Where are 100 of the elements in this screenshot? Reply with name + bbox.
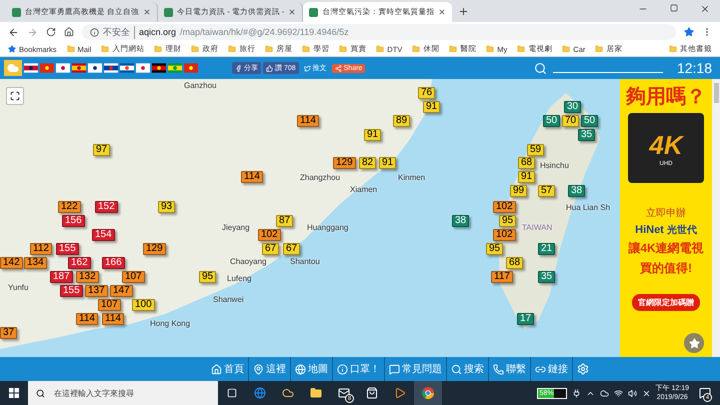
aqi-marker[interactable]: 50 (543, 115, 560, 127)
aqi-marker[interactable]: 155 (60, 285, 83, 297)
aqi-marker[interactable]: 100 (132, 299, 155, 311)
flag-icon[interactable] (120, 63, 134, 73)
aqi-marker[interactable]: 35 (538, 271, 556, 283)
reload-icon[interactable] (46, 27, 56, 37)
aqi-marker[interactable]: 35 (578, 129, 596, 141)
favorite-button[interactable] (684, 333, 704, 353)
flag-icon[interactable] (88, 63, 102, 73)
address-bar[interactable]: 不安全 aqicn.org /map/taiwan/hk/#@g/24.9692/119.4946/5z (82, 24, 676, 40)
aqi-marker[interactable]: 91 (423, 101, 440, 113)
aqi-marker[interactable]: 70 (562, 115, 580, 127)
aqi-marker[interactable]: 102 (258, 229, 281, 241)
aqi-marker[interactable]: 67 (283, 243, 300, 255)
map[interactable] (0, 79, 620, 357)
flag-icon[interactable] (152, 63, 166, 73)
plug-icon[interactable] (572, 388, 581, 398)
flag-icon[interactable] (24, 63, 38, 73)
aqi-marker[interactable]: 129 (143, 243, 166, 255)
close-icon[interactable] (700, 4, 710, 14)
aqi-marker[interactable]: 95 (199, 271, 216, 283)
aqi-marker[interactable]: 154 (92, 229, 115, 241)
star-icon[interactable] (684, 27, 694, 37)
aqi-marker[interactable]: 132 (76, 271, 99, 283)
flag-icon[interactable] (104, 63, 118, 73)
aqi-marker[interactable]: 95 (486, 243, 504, 255)
close-icon[interactable] (143, 8, 152, 16)
aqi-marker[interactable]: 114 (76, 313, 98, 325)
aqi-marker[interactable]: 21 (538, 243, 556, 255)
aqi-marker[interactable]: 91 (379, 157, 396, 169)
aqi-marker[interactable]: 95 (499, 215, 516, 227)
aqi-marker[interactable]: 122 (58, 201, 81, 213)
aqi-marker[interactable]: 142 (0, 257, 23, 269)
aqi-marker[interactable]: 187 (50, 271, 73, 283)
aqi-marker[interactable]: 37 (0, 327, 18, 339)
aqi-marker[interactable]: 68 (506, 257, 524, 269)
star-icon[interactable] (8, 45, 16, 53)
fullscreen-button[interactable] (6, 87, 24, 105)
aqi-marker[interactable]: 38 (452, 215, 470, 227)
windows-logo-icon (9, 388, 19, 398)
ad-cta-button[interactable]: 官網限定加碼贈 (632, 294, 700, 311)
search-icon[interactable] (534, 62, 547, 74)
ad-brand-sub: 光世代 (666, 224, 697, 237)
star-icon (688, 338, 700, 348)
aqi-marker[interactable]: 114 (297, 115, 319, 127)
clock: 12:18 (676, 60, 712, 76)
aqi-marker[interactable]: 102 (493, 201, 516, 213)
aqi-marker[interactable]: 117 (491, 271, 513, 283)
aqi-marker[interactable]: 129 (333, 157, 356, 169)
wifi-icon[interactable] (614, 388, 623, 398)
home-icon[interactable] (64, 27, 74, 37)
place-label: Huanggang (307, 223, 348, 232)
aqi-marker[interactable]: 152 (95, 201, 118, 213)
fullscreen-icon (10, 91, 20, 101)
aqi-marker[interactable]: 107 (122, 271, 145, 283)
chrome-icon[interactable] (414, 381, 442, 405)
aqi-marker[interactable]: 137 (85, 285, 108, 297)
aqi-marker[interactable]: 112 (30, 243, 52, 255)
aqi-marker[interactable]: 166 (102, 257, 125, 269)
maximize-icon[interactable] (670, 4, 678, 14)
aqi-marker[interactable]: 59 (527, 144, 544, 156)
info-icon (337, 364, 348, 374)
aqi-marker[interactable]: 155 (56, 243, 79, 255)
aqi-marker[interactable]: 67 (262, 243, 280, 255)
close-circle-icon[interactable] (642, 388, 651, 398)
aqi-marker[interactable]: 57 (538, 185, 556, 197)
aqi-marker[interactable]: 99 (510, 185, 528, 197)
aqi-marker[interactable]: 17 (517, 313, 534, 325)
aqi-marker[interactable]: 102 (493, 229, 516, 241)
close-icon[interactable] (438, 8, 446, 16)
aqi-marker[interactable]: 162 (68, 257, 91, 269)
aqi-marker[interactable]: 93 (158, 201, 176, 213)
aqi-marker[interactable]: 87 (276, 215, 294, 227)
new-tab-icon[interactable] (458, 6, 470, 16)
aqi-marker[interactable]: 89 (393, 115, 410, 127)
taskbar-search-field[interactable]: 在這裡輸入文字來搜尋 (52, 381, 218, 405)
aqi-marker[interactable]: 97 (93, 144, 110, 156)
aqi-marker[interactable]: 76 (418, 87, 436, 99)
search-icon[interactable] (28, 381, 52, 405)
aqi-marker[interactable]: 114 (102, 313, 124, 325)
place-label: Kinmen (398, 173, 426, 182)
back-icon[interactable] (8, 26, 19, 38)
close-icon[interactable] (288, 8, 296, 16)
aqi-marker[interactable]: 68 (518, 157, 536, 169)
aqi-marker[interactable]: 50 (581, 115, 598, 127)
flag-icon[interactable] (56, 63, 70, 73)
aqi-marker[interactable]: 147 (110, 285, 133, 297)
aqi-marker[interactable]: 114 (241, 171, 263, 183)
aqi-marker[interactable]: 156 (62, 215, 85, 227)
volume-icon[interactable] (628, 388, 637, 398)
url-path: /map/taiwan/hk/#@g/24.9692/119.4946/5z (180, 27, 349, 37)
aqi-marker[interactable]: 91 (518, 171, 536, 183)
aqi-marker[interactable]: 107 (98, 299, 121, 311)
aqi-marker[interactable]: 30 (564, 101, 582, 113)
aqi-marker[interactable]: 38 (568, 185, 586, 197)
cloud-icon[interactable] (600, 388, 609, 398)
scrollbar[interactable] (712, 79, 720, 357)
aqi-marker[interactable]: 134 (24, 257, 47, 269)
aqi-marker[interactable]: 91 (364, 129, 382, 141)
aqi-marker[interactable]: 82 (359, 157, 376, 169)
